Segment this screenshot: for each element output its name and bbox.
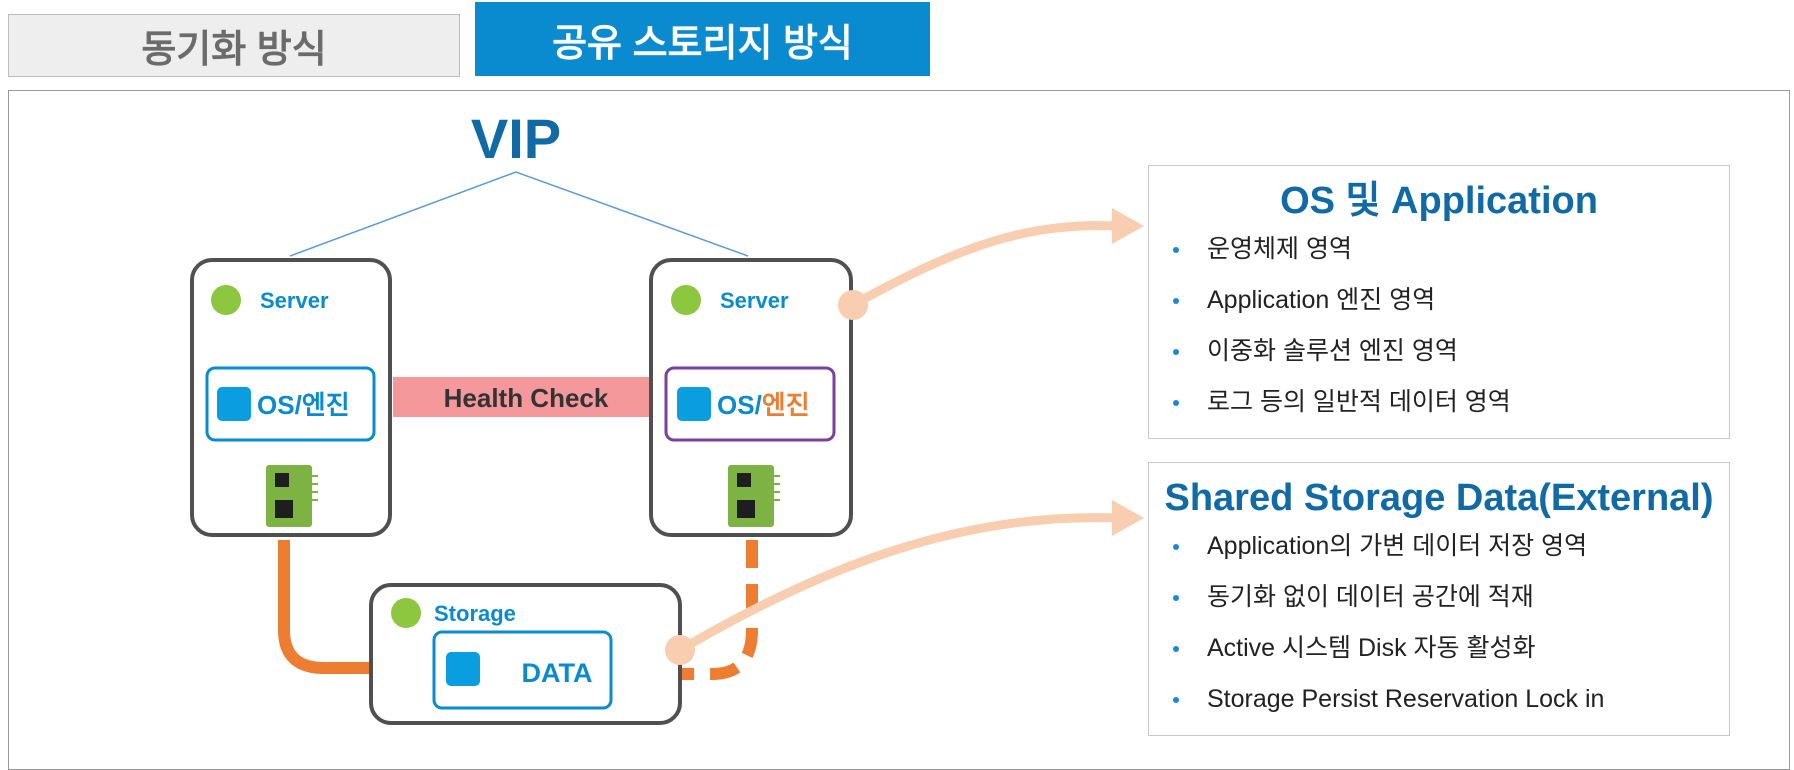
list-item: Application의 가변 데이터 저장 영역 (1171, 531, 1729, 582)
list-item: 로그 등의 일반적 데이터 영역 (1171, 387, 1729, 438)
os-pointer-arrow (850, 221, 1119, 309)
data-label: DATA (522, 658, 593, 688)
server-left: Server OS/엔진 (190, 258, 392, 537)
os-engine-label: OS/엔진 (717, 390, 810, 420)
data-icon (446, 652, 480, 686)
list-item: 이중화 솔루션 엔진 영역 (1171, 336, 1729, 387)
storage-arrow-origin (665, 635, 695, 665)
storage-arrow-head (1112, 500, 1144, 536)
os-application-box: OS 및 Application 운영체제 영역 Application 엔진 … (1148, 165, 1730, 439)
list-item: Active 시스템 Disk 자동 활성화 (1171, 633, 1729, 684)
health-check-label: Health Check (444, 383, 609, 413)
shared-storage-title: Shared Storage Data(External) (1164, 477, 1714, 519)
os-application-list: 운영체제 영역 Application 엔진 영역 이중화 솔루션 엔진 영역 … (1149, 234, 1729, 438)
left-storage-link (278, 540, 372, 674)
module-icon (217, 387, 251, 421)
server-right: Server OS/엔진 (649, 258, 853, 537)
os-prefix: OS/ (717, 390, 762, 420)
server-title: Server (720, 288, 789, 313)
shared-storage-list: Application의 가변 데이터 저장 영역 동기화 없이 데이터 공간에… (1149, 531, 1729, 735)
shared-storage-box: Shared Storage Data(External) Applicatio… (1148, 462, 1730, 736)
os-application-title: OS 및 Application (1280, 180, 1598, 222)
server-title: Server (260, 288, 329, 313)
list-item: Application 엔진 영역 (1171, 285, 1729, 336)
storage-title: Storage (434, 601, 516, 626)
storage-pointer-arrow (677, 513, 1119, 654)
engine-suffix: 엔진 (762, 390, 810, 420)
list-item: 동기화 없이 데이터 공간에 적재 (1171, 582, 1729, 633)
chip-icon (728, 465, 780, 527)
module-icon (677, 387, 711, 421)
list-item: Storage Persist Reservation Lock in (1171, 684, 1729, 735)
vip-link-lines (289, 171, 749, 257)
os-engine-label: OS/엔진 (257, 390, 350, 420)
chip-icon (266, 465, 318, 527)
storage-status-dot (391, 598, 421, 628)
os-arrow-head (1112, 208, 1144, 244)
storage-box: Storage DATA (369, 583, 682, 725)
server-status-dot (211, 285, 241, 315)
vip-label: VIP (471, 107, 561, 170)
list-item: 운영체제 영역 (1171, 234, 1729, 285)
server-status-dot (671, 285, 701, 315)
os-arrow-origin (838, 290, 868, 320)
